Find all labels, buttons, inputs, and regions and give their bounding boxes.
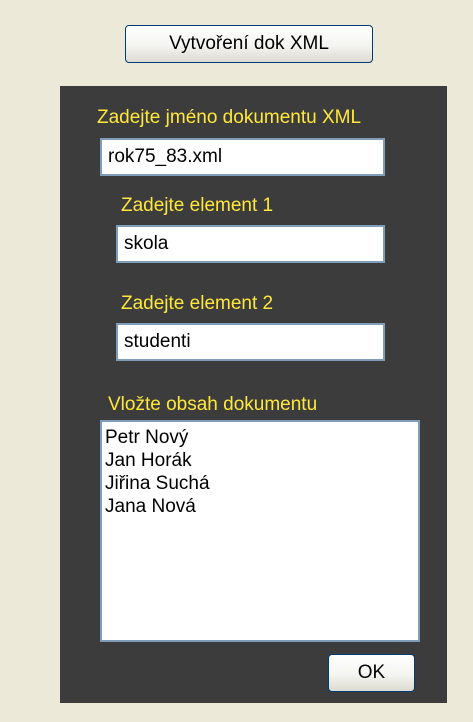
content-label: Vložte obsah dokumentu bbox=[108, 394, 318, 415]
element1-field[interactable]: skola bbox=[116, 225, 385, 263]
ok-button[interactable]: OK bbox=[328, 654, 415, 692]
document-name-field[interactable]: rok75_83.xml bbox=[100, 138, 385, 176]
element2-field[interactable]: studenti bbox=[116, 323, 385, 361]
element2-label: Zadejte element 2 bbox=[121, 293, 274, 314]
element1-label: Zadejte element 1 bbox=[121, 195, 274, 216]
content-line: Jan Horák bbox=[105, 450, 192, 471]
content-line: Jana Nová bbox=[105, 496, 196, 517]
document-content-textarea[interactable]: Petr Nový Jan Horák Jiřina Suchá Jana No… bbox=[100, 420, 420, 642]
content-line: Petr Nový bbox=[105, 427, 189, 448]
document-name-label: Zadejte jméno dokumentu XML bbox=[97, 107, 362, 128]
content-line: Jiřina Suchá bbox=[105, 473, 210, 494]
create-xml-document-button[interactable]: Vytvoření dok XML bbox=[125, 25, 373, 63]
